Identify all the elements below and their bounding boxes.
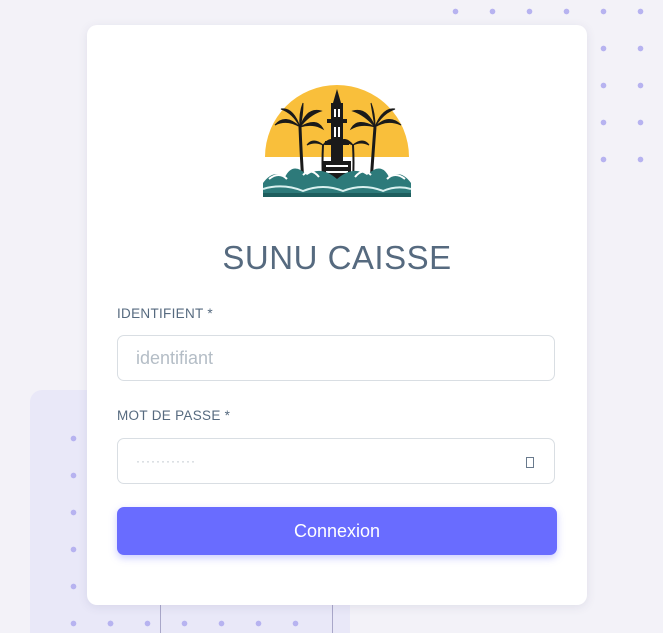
login-page: SUNU CAISSE IDENTIFIENT * MOT DE PASSE *… <box>0 0 663 633</box>
eye-toggle-icon[interactable] <box>524 455 536 469</box>
app-title: SUNU CAISSE <box>222 239 452 276</box>
login-button[interactable]: Connexion <box>117 507 557 555</box>
beach-monument-logo-icon <box>263 85 411 197</box>
login-card: SUNU CAISSE IDENTIFIENT * MOT DE PASSE *… <box>87 25 587 605</box>
identifier-label: IDENTIFIENT * <box>117 306 213 321</box>
decorative-dot-grid <box>92 605 312 633</box>
identifier-input[interactable] <box>117 335 555 381</box>
password-label: MOT DE PASSE * <box>117 408 231 423</box>
password-input[interactable] <box>117 438 555 484</box>
